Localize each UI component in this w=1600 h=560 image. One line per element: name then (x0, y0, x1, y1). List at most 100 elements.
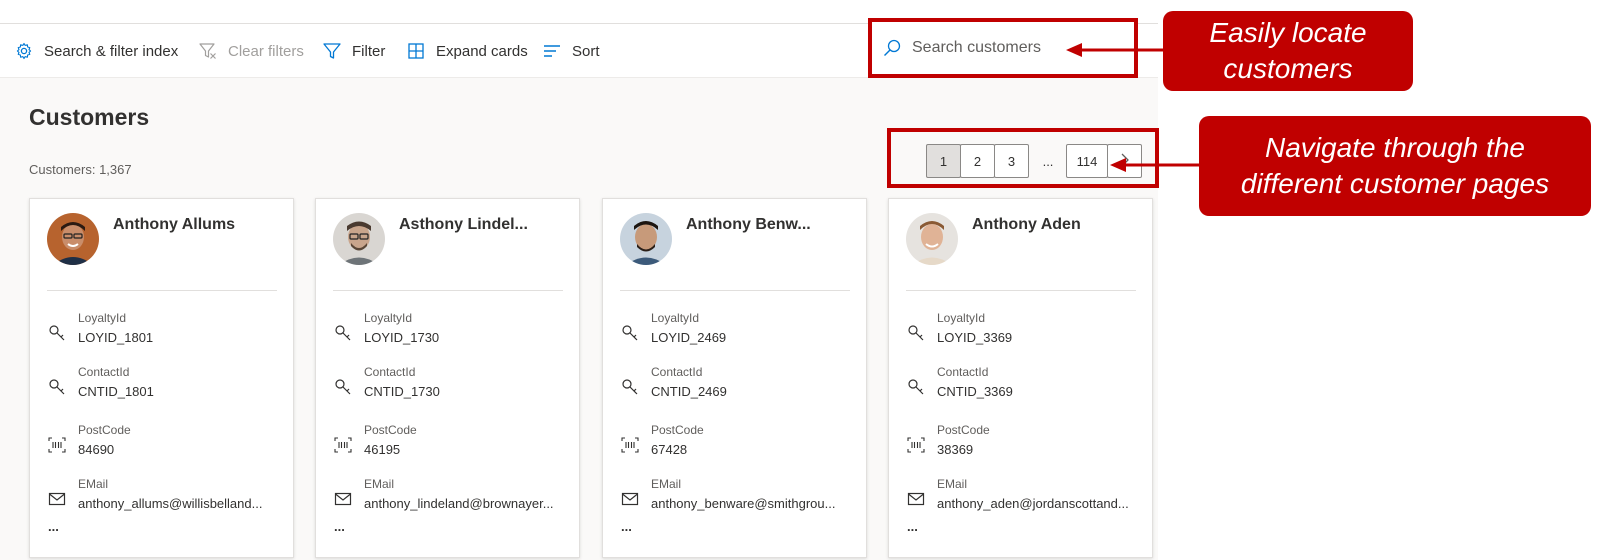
search-input[interactable] (912, 39, 1072, 57)
mail-icon (333, 489, 353, 509)
expand-cards-label: Expand cards (436, 42, 528, 60)
grid-icon (406, 41, 426, 61)
field-label: EMail (937, 477, 968, 491)
more-fields-indicator: ... (621, 519, 632, 534)
page-button-3[interactable]: 3 (994, 144, 1029, 178)
search-box[interactable] (868, 18, 1138, 78)
chevron-right-icon (1119, 153, 1131, 170)
field-label: PostCode (78, 423, 131, 437)
field-value: anthony_lindeland@brownayer... (364, 496, 554, 511)
clear-filters-button[interactable]: Clear filters (198, 24, 304, 78)
field-label: EMail (651, 477, 682, 491)
page-ellipsis: ... (1042, 153, 1054, 169)
contact-id-field: ContactId CNTID_2469 (620, 365, 855, 405)
field-label: LoyaltyId (78, 311, 127, 325)
field-value: 38369 (937, 442, 974, 457)
field-value: anthony_allums@willisbelland... (78, 496, 263, 511)
more-fields-indicator: ... (334, 519, 345, 534)
search-filter-index-button[interactable]: Search & filter index (14, 24, 178, 78)
field-label: EMail (78, 477, 109, 491)
field-value: CNTID_3369 (937, 384, 1013, 399)
field-label: ContactId (937, 365, 989, 379)
avatar (906, 213, 958, 265)
key-icon (620, 323, 640, 343)
email-field: EMail anthony_benware@smithgrou... (620, 477, 855, 517)
clear-filters-label: Clear filters (228, 42, 304, 60)
field-label: PostCode (937, 423, 990, 437)
divider (333, 290, 563, 291)
customer-card[interactable]: Anthony Allums LoyaltyId LOYID_1801 Cont… (29, 198, 294, 558)
search-filter-index-label: Search & filter index (44, 42, 179, 60)
search-callout-line2: customers (1223, 53, 1353, 84)
field-label: ContactId (651, 365, 703, 379)
key-icon (906, 323, 926, 343)
key-icon (333, 377, 353, 397)
field-value: 67428 (651, 442, 688, 457)
customer-name: Anthony Allums (113, 216, 236, 233)
customer-card[interactable]: Anthony Aden LoyaltyId LOYID_3369 Contac… (888, 198, 1153, 558)
avatar (47, 213, 99, 265)
sort-button[interactable]: Sort (542, 24, 600, 78)
search-icon (882, 38, 902, 58)
page-button-1[interactable]: 1 (926, 144, 961, 178)
more-fields-indicator: ... (907, 519, 918, 534)
field-value: 46195 (364, 442, 401, 457)
gear-icon (14, 41, 34, 61)
filter-label: Filter (352, 42, 386, 60)
loyalty-id-field: LoyaltyId LOYID_1801 (47, 311, 282, 351)
filter-icon (322, 41, 342, 61)
field-value: CNTID_1801 (78, 384, 154, 399)
search-callout-line1: Easily locate (1209, 16, 1367, 48)
customer-card[interactable]: Asthony Lindel... LoyaltyId LOYID_1730 C… (315, 198, 580, 558)
divider (620, 290, 850, 291)
loyalty-id-field: LoyaltyId LOYID_1730 (333, 311, 568, 351)
field-value: anthony_benware@smithgrou... (651, 496, 836, 511)
contact-id-field: ContactId CNTID_1801 (47, 365, 282, 405)
key-icon (620, 377, 640, 397)
page-button-2[interactable]: 2 (960, 144, 995, 178)
field-label: PostCode (364, 423, 417, 437)
customers-app: Search & filter index Clear filters Filt… (0, 0, 1159, 560)
next-page-button[interactable] (1107, 144, 1142, 178)
clear-filter-icon (198, 41, 218, 61)
field-label: LoyaltyId (651, 311, 700, 325)
postcode-field: PostCode 84690 (47, 423, 282, 463)
more-fields-indicator: ... (48, 519, 59, 534)
sort-label: Sort (572, 42, 600, 60)
page-button-last[interactable]: 114 (1066, 144, 1108, 178)
avatar (333, 213, 385, 265)
pager-callout-line2: different customer pages (1240, 168, 1550, 199)
field-value: LOYID_3369 (937, 330, 1013, 345)
field-value: CNTID_2469 (651, 384, 727, 399)
barcode-icon (333, 435, 353, 455)
field-value: anthony_aden@jordanscottand... (937, 496, 1129, 511)
field-label: LoyaltyId (937, 311, 986, 325)
divider (906, 290, 1136, 291)
field-label: LoyaltyId (364, 311, 413, 325)
field-value: 84690 (78, 442, 115, 457)
divider (47, 290, 277, 291)
email-field: EMail anthony_lindeland@brownayer... (333, 477, 568, 517)
mail-icon (906, 489, 926, 509)
customer-name: Anthony Benw... (686, 216, 811, 233)
postcode-field: PostCode 46195 (333, 423, 568, 463)
field-label: PostCode (651, 423, 704, 437)
customer-card[interactable]: Anthony Benw... LoyaltyId LOYID_2469 Con… (602, 198, 867, 558)
postcode-field: PostCode 38369 (906, 423, 1141, 463)
search-callout: Easily locate customers (1163, 11, 1413, 91)
field-label: ContactId (78, 365, 130, 379)
mail-icon (47, 489, 67, 509)
field-value: CNTID_1730 (364, 384, 440, 399)
email-field: EMail anthony_allums@willisbelland... (47, 477, 282, 517)
key-icon (47, 323, 67, 343)
field-value: LOYID_2469 (651, 330, 727, 345)
mail-icon (620, 489, 640, 509)
expand-cards-button[interactable]: Expand cards (406, 24, 528, 78)
record-count: Customers: 1,367 (29, 162, 132, 177)
field-value: LOYID_1801 (78, 330, 154, 345)
key-icon (333, 323, 353, 343)
sort-icon (542, 41, 562, 61)
avatar (620, 213, 672, 265)
pager-callout: Navigate through the different customer … (1199, 116, 1591, 216)
filter-button[interactable]: Filter (322, 24, 385, 78)
